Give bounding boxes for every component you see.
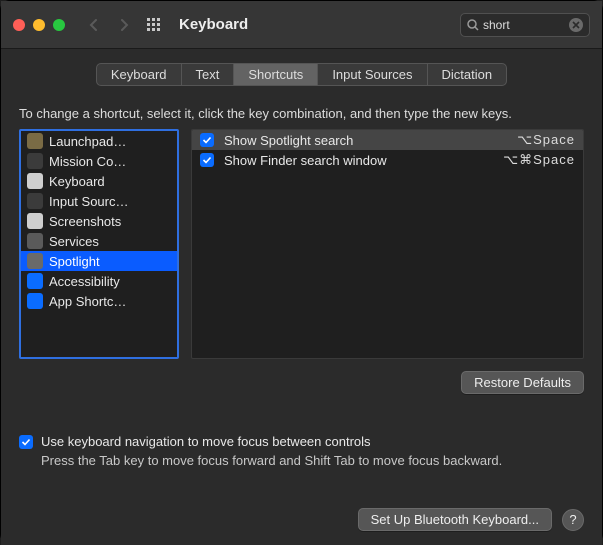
category-item[interactable]: Spotlight [21,251,177,271]
search-icon [467,19,479,31]
category-label: Accessibility [49,274,120,289]
shortcut-list[interactable]: Show Spotlight search ⌥Space Show Finder s… [191,129,584,359]
tab-text[interactable]: Text [182,63,235,86]
checkbox-icon[interactable] [200,153,214,167]
category-item[interactable]: Input Sourc… [21,191,177,211]
category-list[interactable]: Launchpad… Mission Co… Keyboard Input Sourc… [19,129,179,359]
category-icon [27,133,43,149]
category-icon [27,213,43,229]
category-item[interactable]: Keyboard [21,171,177,191]
shortcut-label: Show Finder search window [224,153,493,168]
minimize-icon[interactable] [33,19,45,31]
keyboard-nav-label: Use keyboard navigation to move focus be… [41,434,371,449]
category-label: Launchpad… [49,134,126,149]
search-input[interactable] [483,18,553,32]
help-button[interactable]: ? [562,509,584,531]
shortcuts-split: Launchpad… Mission Co… Keyboard Input Sourc… [19,129,584,359]
category-icon [27,253,43,269]
category-icon [27,233,43,249]
tab-shortcuts[interactable]: Shortcuts [234,63,318,86]
category-icon [27,153,43,169]
chevron-left-icon [89,19,99,31]
search-field[interactable] [460,13,590,37]
category-item[interactable]: Accessibility [21,271,177,291]
category-label: Screenshots [49,214,121,229]
forward-button[interactable] [113,14,135,36]
checkbox-icon[interactable] [19,435,33,449]
shortcut-row[interactable]: Show Spotlight search ⌥Space [192,130,583,150]
keyboard-nav-checkbox-row[interactable]: Use keyboard navigation to move focus be… [19,434,584,449]
tab-dictation[interactable]: Dictation [428,63,508,86]
category-icon [27,293,43,309]
category-label: Mission Co… [49,154,126,169]
tab-input-sources[interactable]: Input Sources [318,63,427,86]
bottom-bar: Set Up Bluetooth Keyboard... ? [19,494,584,531]
category-label: Services [49,234,99,249]
category-label: Spotlight [49,254,100,269]
back-button[interactable] [83,14,105,36]
shortcut-label: Show Spotlight search [224,133,507,148]
bluetooth-keyboard-button[interactable]: Set Up Bluetooth Keyboard... [358,508,552,531]
shortcut-row[interactable]: Show Finder search window ⌥⌘Space [192,150,583,170]
tab-bar: Keyboard Text Shortcuts Input Sources Di… [96,63,507,86]
tab-keyboard[interactable]: Keyboard [96,63,182,86]
shortcut-keys: ⌥Space [517,132,575,148]
window-controls [13,19,65,31]
restore-defaults-button[interactable]: Restore Defaults [461,371,584,394]
checkbox-icon[interactable] [200,133,214,147]
category-label: Input Sourc… [49,194,129,209]
category-icon [27,193,43,209]
x-icon [572,21,580,29]
close-icon[interactable] [13,19,25,31]
grid-icon [146,17,162,33]
window-body: Keyboard Text Shortcuts Input Sources Di… [1,49,602,545]
clear-search-button[interactable] [569,18,583,32]
category-label: Keyboard [49,174,105,189]
checkmark-icon [21,437,31,447]
shortcut-keys: ⌥⌘Space [503,152,575,168]
chevron-right-icon [119,19,129,31]
titlebar: Keyboard [1,1,602,49]
zoom-icon[interactable] [53,19,65,31]
category-item[interactable]: Mission Co… [21,151,177,171]
keyboard-nav-sub: Press the Tab key to move focus forward … [41,453,584,468]
category-icon [27,273,43,289]
category-item[interactable]: App Shortc… [21,291,177,311]
instructions-text: To change a shortcut, select it, click t… [19,106,584,121]
show-all-button[interactable] [143,14,165,36]
category-label: App Shortc… [49,294,126,309]
category-item[interactable]: Screenshots [21,211,177,231]
category-icon [27,173,43,189]
category-item[interactable]: Services [21,231,177,251]
category-item[interactable]: Launchpad… [21,131,177,151]
window-title: Keyboard [179,16,248,33]
